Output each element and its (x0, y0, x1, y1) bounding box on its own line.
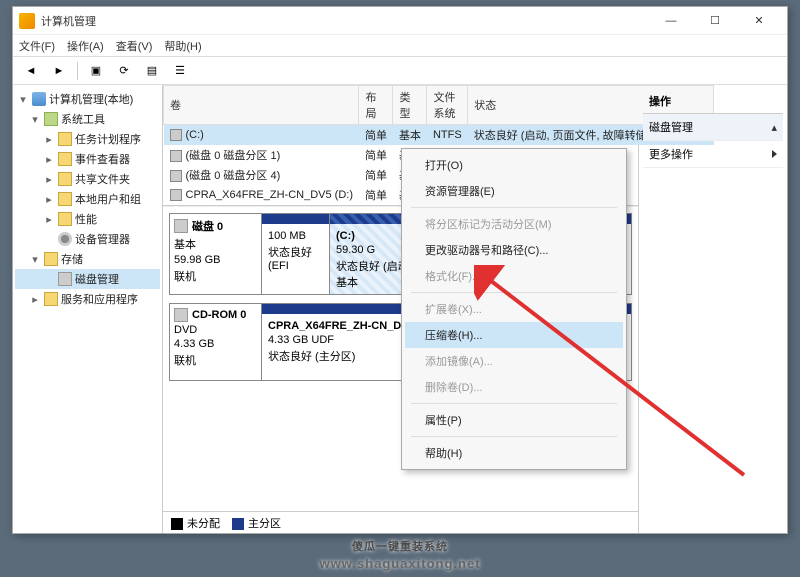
tree-system-tools[interactable]: ▾系统工具 (15, 109, 160, 129)
minimize-button[interactable]: — (649, 7, 693, 35)
toolbar-button-3[interactable]: ▤ (140, 60, 164, 82)
cdrom-0-info[interactable]: CD-ROM 0 DVD 4.33 GB 联机 (170, 304, 262, 380)
ctx-delete: 删除卷(D)... (405, 374, 623, 400)
toolbar: ◄ ► ▣ ⟳ ▤ ☰ (13, 57, 787, 85)
ctx-format: 格式化(F)... (405, 263, 623, 289)
ctx-change-letter[interactable]: 更改驱动器号和路径(C)... (405, 237, 623, 263)
chevron-right-icon (772, 150, 777, 158)
cdrom-icon (174, 308, 188, 322)
window-title: 计算机管理 (41, 13, 649, 29)
actions-more[interactable]: 更多操作 (643, 141, 783, 168)
col-volume[interactable]: 卷 (164, 86, 359, 125)
tree-shared-folders[interactable]: ▸共享文件夹 (15, 169, 160, 189)
volume-row[interactable]: (C:)简单基本NTFS状态良好 (启动, 页面文件, 故障转储, 基本数据分 (164, 125, 714, 146)
ctx-extend: 扩展卷(X)... (405, 296, 623, 322)
menu-file[interactable]: 文件(F) (19, 38, 55, 54)
tree-services-apps[interactable]: ▸服务和应用程序 (15, 289, 160, 309)
legend-primary-swatch (232, 518, 244, 530)
navigation-tree: ▾计算机管理(本地) ▾系统工具 ▸任务计划程序 ▸事件查看器 ▸共享文件夹 ▸… (13, 85, 163, 533)
forward-button: ► (47, 60, 71, 82)
ctx-shrink[interactable]: 压缩卷(H)... (405, 322, 623, 348)
back-button: ◄ (19, 60, 43, 82)
disk-icon (174, 219, 188, 233)
tree-storage[interactable]: ▾存储 (15, 249, 160, 269)
toolbar-button-4[interactable]: ☰ (168, 60, 192, 82)
menu-action[interactable]: 操作(A) (67, 38, 104, 54)
tree-device-manager[interactable]: 设备管理器 (15, 229, 160, 249)
col-layout[interactable]: 布局 (359, 86, 393, 125)
col-type[interactable]: 类型 (393, 86, 427, 125)
tree-performance[interactable]: ▸性能 (15, 209, 160, 229)
partition-efi[interactable]: 100 MB 状态良好 (EFI (262, 214, 330, 294)
menu-view[interactable]: 查看(V) (116, 38, 153, 54)
tree-disk-management[interactable]: 磁盘管理 (15, 269, 160, 289)
ctx-open[interactable]: 打开(O) (405, 152, 623, 178)
tree-root[interactable]: ▾计算机管理(本地) (15, 89, 160, 109)
actions-header: 操作 (643, 89, 783, 114)
context-menu: 打开(O) 资源管理器(E) 将分区标记为活动分区(M) 更改驱动器号和路径(C… (401, 148, 627, 470)
disk-0-info[interactable]: 磁盘 0 基本 59.98 GB 联机 (170, 214, 262, 294)
actions-pane: 操作 磁盘管理▴ 更多操作 (639, 85, 787, 533)
ctx-mark-active: 将分区标记为活动分区(M) (405, 211, 623, 237)
refresh-button[interactable]: ⟳ (112, 60, 136, 82)
menu-help[interactable]: 帮助(H) (164, 38, 201, 54)
ctx-explorer[interactable]: 资源管理器(E) (405, 178, 623, 204)
tree-event-viewer[interactable]: ▸事件查看器 (15, 149, 160, 169)
menubar: 文件(F) 操作(A) 查看(V) 帮助(H) (13, 35, 787, 57)
toolbar-button-1[interactable]: ▣ (84, 60, 108, 82)
tree-task-scheduler[interactable]: ▸任务计划程序 (15, 129, 160, 149)
computer-management-window: 计算机管理 — ☐ ✕ 文件(F) 操作(A) 查看(V) 帮助(H) ◄ ► … (12, 6, 788, 534)
ctx-properties[interactable]: 属性(P) (405, 407, 623, 433)
tree-local-users[interactable]: ▸本地用户和组 (15, 189, 160, 209)
col-fs[interactable]: 文件系统 (427, 86, 468, 125)
watermark: 傻瓜一键重装系统 www.shaguaxitong.net (0, 530, 800, 571)
close-button[interactable]: ✕ (737, 7, 781, 35)
ctx-help[interactable]: 帮助(H) (405, 440, 623, 466)
maximize-button[interactable]: ☐ (693, 7, 737, 35)
actions-disk-mgmt[interactable]: 磁盘管理▴ (643, 114, 783, 141)
titlebar[interactable]: 计算机管理 — ☐ ✕ (13, 7, 787, 35)
app-icon (19, 13, 35, 29)
ctx-add-mirror: 添加镜像(A)... (405, 348, 623, 374)
legend-unallocated-swatch (171, 518, 183, 530)
